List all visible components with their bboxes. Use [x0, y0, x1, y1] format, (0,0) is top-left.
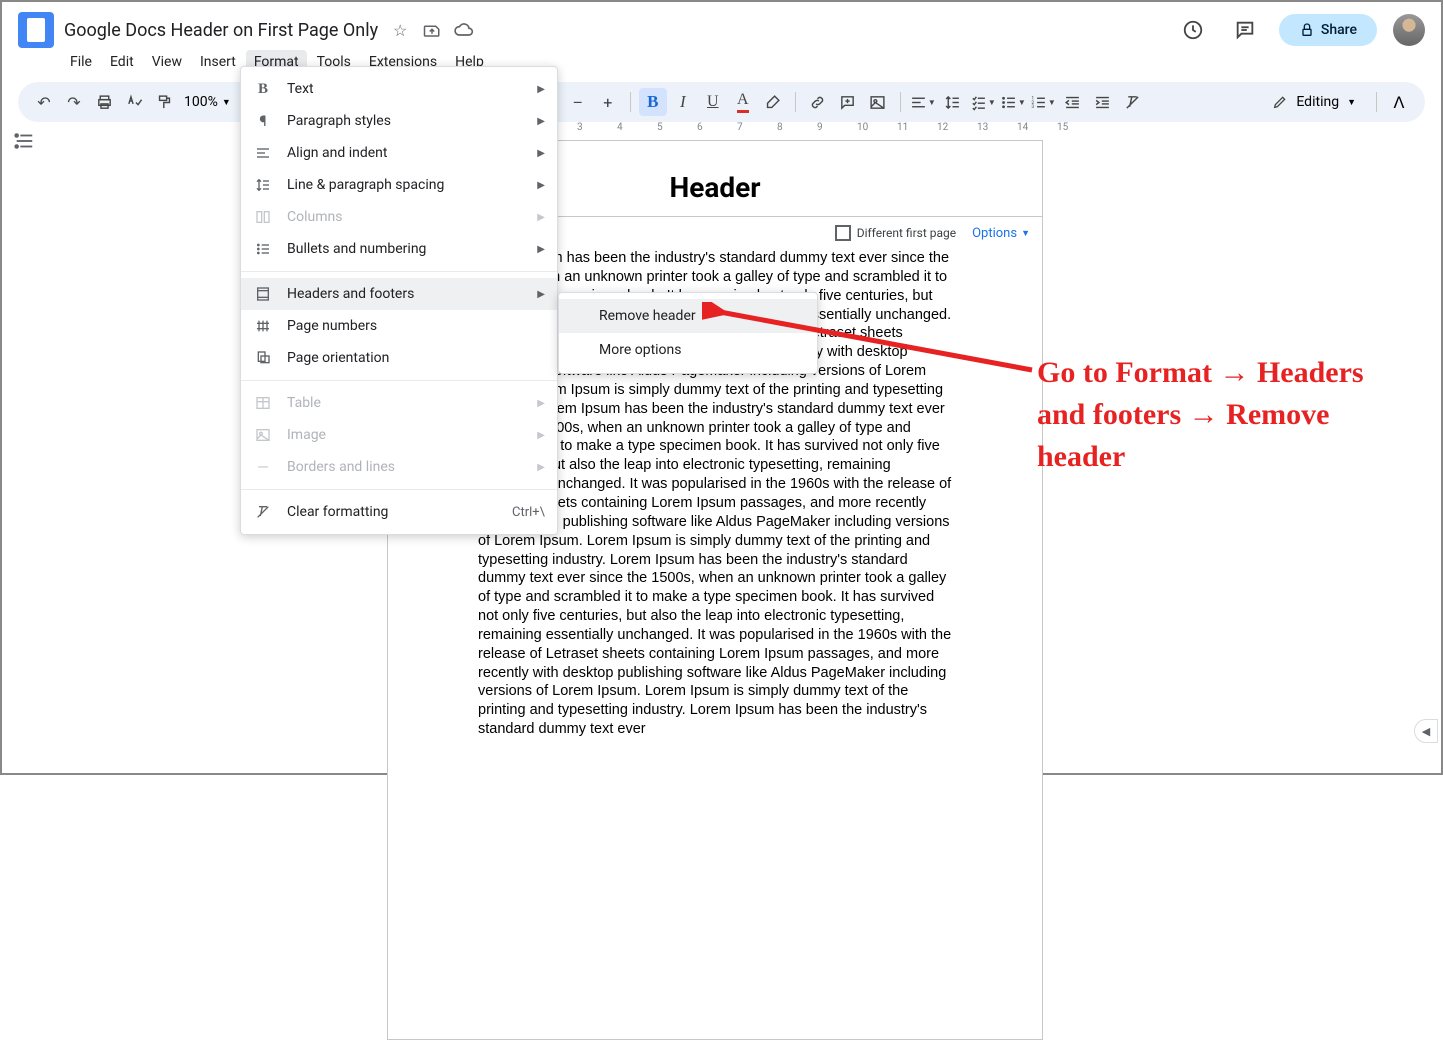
docs-logo-icon[interactable] [18, 12, 54, 48]
different-first-page-checkbox[interactable]: Different first page [835, 225, 956, 241]
menu-item-clear-formatting[interactable]: Clear formatting Ctrl+\ [241, 496, 557, 528]
account-avatar[interactable] [1393, 14, 1425, 46]
options-label: Options [972, 226, 1017, 241]
line-spacing-button[interactable] [939, 88, 967, 116]
zoom-select[interactable]: 100%▼ [180, 94, 235, 110]
annotation-text: Go to Format → Headers and footers → Rem… [1037, 352, 1417, 478]
submenu-more-options[interactable]: More options [559, 333, 817, 367]
menu-item-bullets-numbering[interactable]: Bullets and numbering ▶ [241, 233, 557, 265]
cloud-status-icon[interactable] [454, 20, 474, 40]
svg-text:3: 3 [1031, 104, 1034, 110]
header-text[interactable]: Header [669, 171, 760, 204]
align-button[interactable]: ▼ [909, 88, 937, 116]
submenu-arrow-icon: ▶ [537, 212, 545, 223]
menu-item-headers-footers[interactable]: Headers and footers ▶ [241, 278, 557, 310]
menu-item-image: Image ▶ [241, 419, 557, 451]
clear-format-icon [253, 502, 273, 522]
increase-indent-button[interactable] [1089, 88, 1117, 116]
move-icon[interactable] [422, 20, 442, 40]
comments-icon[interactable] [1227, 12, 1263, 48]
borders-icon: — [253, 457, 273, 477]
submenu-arrow-icon: ▶ [537, 116, 545, 127]
columns-icon [253, 207, 273, 227]
menu-edit[interactable]: Edit [102, 50, 142, 74]
chevron-down-icon: ▼ [1021, 228, 1030, 239]
bold-icon: B [253, 79, 273, 99]
menu-view[interactable]: View [144, 50, 190, 74]
submenu-arrow-icon: ▶ [537, 398, 545, 409]
headers-footers-icon [253, 284, 273, 304]
underline-button[interactable]: U [699, 88, 727, 116]
collapse-toolbar-button[interactable]: ᐱ [1385, 88, 1413, 116]
paint-format-button[interactable] [150, 88, 178, 116]
star-icon[interactable]: ☆ [390, 20, 410, 40]
menu-item-borders-lines: — Borders and lines ▶ [241, 451, 557, 483]
font-size-decrease[interactable]: – [564, 88, 592, 116]
submenu-arrow-icon: ▶ [537, 244, 545, 255]
document-title[interactable]: Google Docs Header on First Page Only [64, 20, 378, 41]
decrease-indent-button[interactable] [1059, 88, 1087, 116]
menu-item-page-numbers[interactable]: Page numbers [241, 310, 557, 342]
table-icon [253, 393, 273, 413]
toolbar: ↶ ↷ 100%▼ – + B I U A ▼ ▼ ▼ 123▼ Editing… [18, 82, 1425, 122]
shortcut-label: Ctrl+\ [512, 505, 545, 520]
menu-file[interactable]: File [62, 50, 100, 74]
history-icon[interactable] [1175, 12, 1211, 48]
editing-mode-label: Editing [1296, 94, 1339, 110]
editing-mode-button[interactable]: Editing ▼ [1260, 90, 1368, 114]
submenu-arrow-icon: ▶ [537, 462, 545, 473]
submenu-arrow-icon: ▶ [537, 84, 545, 95]
list-icon [253, 239, 273, 259]
font-size-increase[interactable]: + [594, 88, 622, 116]
side-panel-show-button[interactable]: ◀ [1414, 719, 1438, 743]
submenu-remove-header[interactable]: Remove header [559, 299, 817, 333]
add-comment-button[interactable] [834, 88, 862, 116]
undo-button[interactable]: ↶ [30, 88, 58, 116]
line-spacing-icon [253, 175, 273, 195]
submenu-arrow-icon: ▶ [537, 180, 545, 191]
menu-item-text[interactable]: B Text ▶ [241, 73, 557, 105]
header-options-dropdown[interactable]: Options ▼ [972, 226, 1030, 241]
align-icon [253, 143, 273, 163]
numbered-list-button[interactable]: 123▼ [1029, 88, 1057, 116]
lock-icon [1299, 22, 1315, 38]
pencil-icon [1272, 94, 1288, 110]
submenu-arrow-icon: ▶ [537, 430, 545, 441]
menu-bar: File Edit View Insert Format Tools Exten… [2, 50, 1441, 82]
submenu-arrow-icon: ▶ [537, 289, 545, 300]
menu-item-page-orientation[interactable]: Page orientation [241, 342, 557, 374]
redo-button[interactable]: ↷ [60, 88, 88, 116]
menu-item-table: Table ▶ [241, 387, 557, 419]
submenu-arrow-icon: ▶ [537, 148, 545, 159]
checklist-button[interactable]: ▼ [969, 88, 997, 116]
clear-format-button[interactable] [1119, 88, 1147, 116]
different-first-page-label: Different first page [857, 226, 956, 240]
insert-image-button[interactable] [864, 88, 892, 116]
highlight-button[interactable] [759, 88, 787, 116]
paragraph-icon: ¶ [253, 111, 273, 131]
checkbox-icon[interactable] [835, 225, 851, 241]
text-color-button[interactable]: A [729, 88, 757, 116]
page-orientation-icon [253, 348, 273, 368]
bullet-list-button[interactable]: ▼ [999, 88, 1027, 116]
spellcheck-button[interactable] [120, 88, 148, 116]
document-outline-icon[interactable] [13, 130, 37, 154]
insert-link-button[interactable] [804, 88, 832, 116]
share-label: Share [1321, 22, 1357, 38]
bold-button[interactable]: B [639, 88, 667, 116]
page-numbers-icon [253, 316, 273, 336]
title-bar: Google Docs Header on First Page Only ☆ … [2, 2, 1441, 50]
image-icon [253, 425, 273, 445]
italic-button[interactable]: I [669, 88, 697, 116]
print-button[interactable] [90, 88, 118, 116]
share-button[interactable]: Share [1279, 14, 1377, 46]
zoom-value: 100% [184, 94, 218, 110]
headers-footers-submenu: Remove header More options [558, 292, 818, 374]
menu-insert[interactable]: Insert [192, 50, 244, 74]
menu-item-line-spacing[interactable]: Line & paragraph spacing ▶ [241, 169, 557, 201]
format-dropdown-menu: B Text ▶ ¶ Paragraph styles ▶ Align and … [240, 66, 558, 535]
menu-item-paragraph-styles[interactable]: ¶ Paragraph styles ▶ [241, 105, 557, 137]
menu-item-columns: Columns ▶ [241, 201, 557, 233]
menu-item-align-indent[interactable]: Align and indent ▶ [241, 137, 557, 169]
